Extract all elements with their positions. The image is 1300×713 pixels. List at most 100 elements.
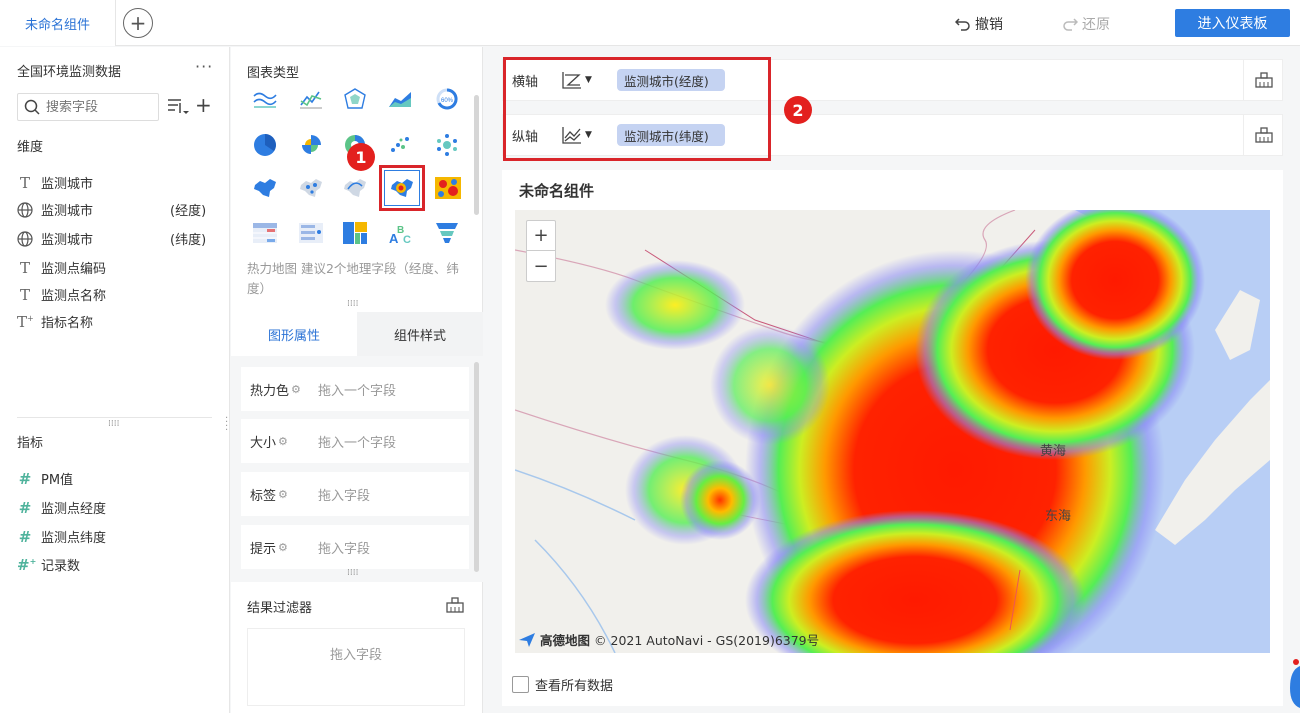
property-drop-hint: 拖入一个字段 — [318, 435, 397, 451]
highlight-box-axes — [503, 57, 771, 161]
top-bar: 未命名组件 + 撤销 还原 进入仪表板 — [0, 0, 1300, 46]
search-icon — [24, 99, 40, 115]
zoom-in-button[interactable]: + — [527, 221, 555, 251]
property-heat-color[interactable]: 热力色 ⚙ 拖入一个字段 — [241, 367, 469, 411]
chart-type-heading: 图表类型 — [247, 66, 300, 81]
tab-untitled-component[interactable]: 未命名组件 — [0, 0, 116, 46]
component-title: 未命名组件 — [519, 182, 595, 200]
property-label: 提示 — [250, 541, 277, 557]
data-panel: 全国环境监测数据 ··· + 维度 T 监测城市 监测城市 (经度) 监测城市 … — [0, 47, 230, 713]
enter-dashboard-button[interactable]: 进入仪表板 — [1175, 9, 1290, 37]
panel-resize-handle[interactable]: · · · · — [225, 414, 228, 436]
show-all-data-label: 查看所有数据 — [535, 679, 614, 694]
chart-type-heatmap-grid-icon[interactable] — [430, 172, 466, 204]
text-field-icon: T+ — [17, 312, 34, 331]
chart-type-gauge-icon[interactable]: 60% — [429, 83, 465, 115]
clear-x-axis-icon[interactable] — [1243, 60, 1284, 100]
add-tab-button[interactable]: + — [123, 8, 153, 38]
chart-type-funnel-icon[interactable] — [429, 217, 465, 249]
field-sort-icon[interactable] — [167, 97, 189, 119]
chart-type-scatter-icon[interactable] — [382, 129, 418, 161]
result-filter-heading: 结果过滤器 — [247, 601, 313, 616]
dimension-field[interactable]: T 监测点名称 — [17, 285, 217, 305]
measures-heading: 指标 — [17, 436, 44, 451]
panel-divider — [17, 417, 212, 418]
dimension-field[interactable]: 监测城市 (经度) — [17, 200, 217, 219]
text-field-icon: T — [19, 258, 30, 277]
tab-component-style[interactable]: 组件样式 — [357, 312, 483, 356]
measure-field-label: 监测点经度 — [41, 502, 107, 517]
globe-icon — [17, 201, 33, 218]
enter-dashboard-label: 进入仪表板 — [1197, 16, 1268, 32]
gear-icon[interactable]: ⚙ — [278, 435, 288, 448]
zoom-out-button[interactable]: − — [527, 251, 555, 281]
measure-field-label: 记录数 — [41, 559, 81, 574]
chart-type-line-icon[interactable] — [293, 83, 329, 115]
clear-y-axis-icon[interactable] — [1243, 115, 1284, 155]
property-size[interactable]: 大小 ⚙ 拖入一个字段 — [241, 419, 469, 463]
chart-type-pie-icon[interactable] — [247, 129, 283, 161]
heat-map[interactable]: 黄海 东海 + − 高德地图 © 2021 AutoNavi - GS(2019… — [515, 210, 1270, 653]
gear-icon[interactable]: ⚙ — [291, 383, 301, 396]
component-preview: 未命名组件 黄海 东海 + − 高德地图 © 2021 AutoNavi - G… — [502, 170, 1283, 706]
search-box[interactable] — [17, 93, 159, 121]
tab-graphic-properties[interactable]: 图形属性 — [231, 312, 357, 356]
resize-grip-icon[interactable]: ⁞⁞⁞⁞ — [347, 568, 358, 578]
chart-type-flow-map-icon[interactable] — [337, 172, 373, 204]
dimension-field[interactable]: T+ 指标名称 — [17, 312, 217, 332]
chart-type-area-icon[interactable] — [247, 83, 283, 115]
assistant-icon[interactable] — [1286, 658, 1300, 708]
chart-type-bubble-icon[interactable] — [429, 129, 465, 161]
dimension-field-label: 监测城市 — [41, 204, 94, 219]
property-scrollbar[interactable] — [474, 362, 479, 572]
add-field-icon[interactable]: + — [195, 93, 212, 117]
globe-icon — [17, 230, 33, 247]
dimension-field[interactable]: 监测城市 (纬度) — [17, 229, 217, 248]
property-tooltip[interactable]: 提示 ⚙ 拖入字段 — [241, 525, 469, 569]
dimension-field[interactable]: T 监测城市 — [17, 173, 217, 193]
number-field-icon: # — [18, 498, 32, 517]
dropzone-hint: 拖入字段 — [329, 648, 382, 663]
chart-type-treemap-icon[interactable] — [337, 217, 373, 249]
heat-map-canvas: 黄海 东海 — [515, 210, 1270, 653]
resize-grip-icon[interactable]: ⁞⁞⁞⁞ — [347, 299, 358, 309]
chart-type-stacked-area-icon[interactable] — [382, 83, 418, 115]
broom-icon[interactable] — [446, 597, 464, 617]
measure-field[interactable]: #+ 记录数 — [17, 555, 217, 575]
property-drop-hint: 拖入字段 — [318, 488, 371, 504]
measure-field[interactable]: # PM值 — [17, 469, 217, 489]
map-credit-text: © 2021 AutoNavi - GS(2019)6379号 — [594, 633, 820, 648]
dimensions-heading: 维度 — [17, 140, 44, 155]
dimension-field-label: 监测点名称 — [41, 289, 107, 304]
show-all-data-row[interactable]: 查看所有数据 — [512, 675, 613, 694]
search-input[interactable] — [46, 99, 146, 115]
property-label: 标签 — [250, 488, 277, 504]
show-all-data-checkbox[interactable] — [512, 676, 529, 693]
number-field-icon: # — [18, 527, 32, 546]
undo-button[interactable]: 撤销 — [955, 14, 1003, 34]
gear-icon[interactable]: ⚙ — [278, 541, 288, 554]
redo-button[interactable]: 还原 — [1062, 14, 1110, 34]
measure-field[interactable]: # 监测点经度 — [17, 498, 217, 518]
dimension-field-label: 指标名称 — [41, 316, 94, 331]
chart-type-table-icon[interactable] — [247, 217, 283, 249]
resize-grip-icon[interactable]: ⁞⁞⁞⁞ — [108, 419, 119, 429]
highlight-box-chart-type — [379, 165, 425, 211]
dimension-field[interactable]: T 监测点编码 — [17, 258, 217, 278]
chart-type-region-map-icon[interactable] — [247, 172, 283, 204]
property-list: 热力色 ⚙ 拖入一个字段 大小 ⚙ 拖入一个字段 标签 ⚙ 拖入字段 提示 ⚙ 拖入字段 — [231, 356, 483, 582]
undo-label: 撤销 — [975, 17, 1003, 33]
svg-text:C: C — [403, 234, 411, 245]
chart-type-scrollbar[interactable] — [474, 95, 479, 215]
text-field-icon: T — [19, 285, 30, 304]
chart-type-detail-table-icon[interactable] — [293, 217, 329, 249]
more-icon[interactable]: ··· — [195, 57, 213, 76]
property-label-field[interactable]: 标签 ⚙ 拖入字段 — [241, 472, 469, 516]
measure-field[interactable]: # 监测点纬度 — [17, 527, 217, 547]
chart-type-word-cloud-icon[interactable]: ABC — [382, 217, 418, 249]
gear-icon[interactable]: ⚙ — [278, 488, 288, 501]
chart-type-rose-icon[interactable] — [293, 129, 329, 161]
result-filter-dropzone[interactable]: 拖入字段 — [247, 628, 465, 706]
chart-type-point-map-icon[interactable] — [293, 172, 329, 204]
chart-type-radar-icon[interactable] — [337, 83, 373, 115]
